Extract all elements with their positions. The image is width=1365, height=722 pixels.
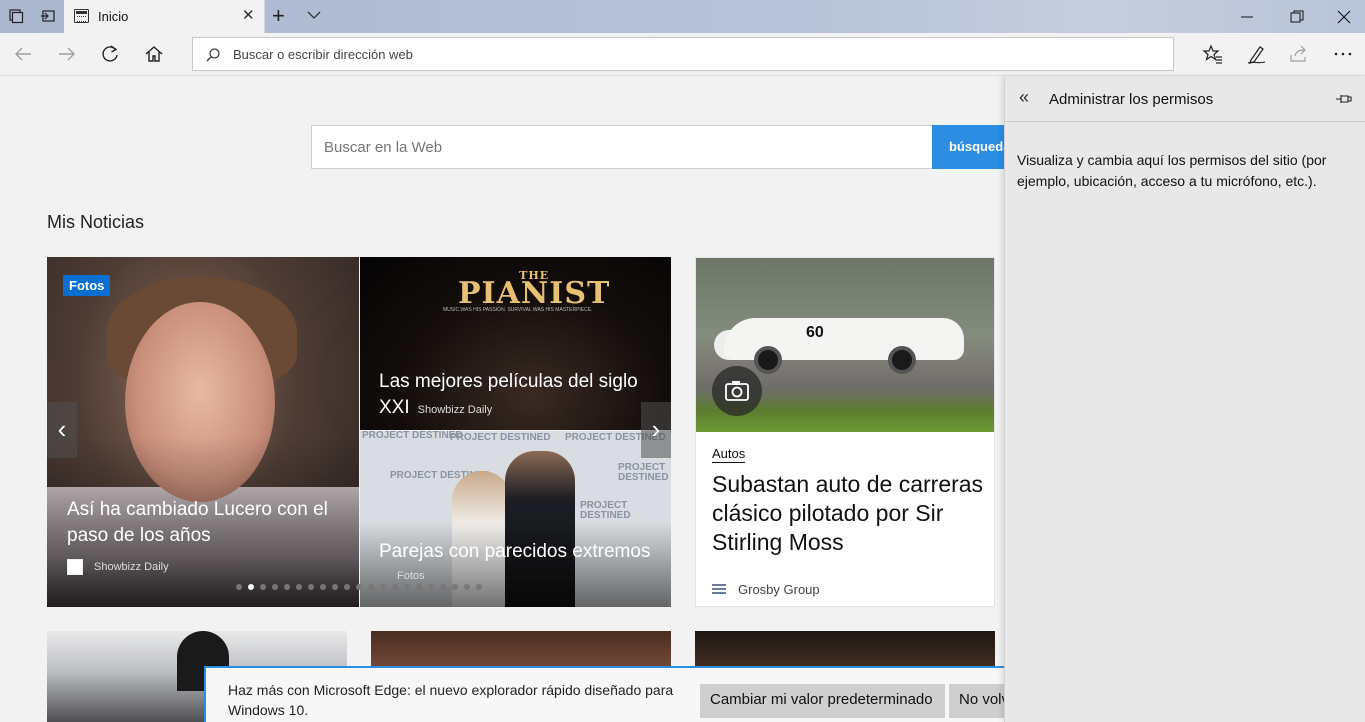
more-options-icon[interactable] — [1332, 43, 1354, 65]
home-icon[interactable] — [143, 43, 165, 65]
carousel-dot[interactable] — [356, 584, 362, 590]
close-window-icon[interactable] — [1337, 10, 1351, 24]
panel-title: Administrar los permisos — [1049, 91, 1214, 108]
notification-message: Haz más con Microsoft Edge: el nuevo exp… — [228, 682, 674, 718]
address-bar[interactable]: Buscar o escribir dirección web — [192, 37, 1174, 71]
search-icon — [206, 48, 220, 62]
close-tab-icon[interactable]: ✕ — [242, 6, 255, 24]
refresh-icon[interactable] — [99, 43, 121, 65]
permissions-panel: « Administrar los permisos Visualiza y c… — [1004, 77, 1365, 722]
newtab-page-icon — [74, 9, 89, 23]
new-tab-page: Buscar en la Web búsqueda Mis Noticias F… — [0, 77, 1004, 722]
photos-badge: Fotos — [63, 275, 111, 296]
autos-headline[interactable]: Subastan auto de carreras clásico pilota… — [712, 470, 992, 557]
back-arrow-icon[interactable] — [12, 43, 34, 65]
title-bar: Inicio ✕ + — [0, 0, 1365, 33]
carousel-next-arrow-icon[interactable]: › — [641, 402, 671, 458]
car-number: 60 — [806, 324, 824, 341]
carousel-dot[interactable] — [260, 584, 266, 590]
backdrop-logo: PROJECT DESTINED — [362, 431, 463, 441]
hero-headline[interactable]: Así ha cambiado Lucero con el paso de lo… — [67, 497, 347, 549]
carousel-dot[interactable] — [416, 584, 422, 590]
minimize-icon[interactable] — [1240, 10, 1254, 24]
backdrop-logo: PROJECT DESTINED — [450, 432, 551, 443]
autos-source: Grosby Group — [738, 582, 820, 597]
new-tab-icon[interactable]: + — [272, 3, 285, 29]
carousel-dot[interactable] — [284, 584, 290, 590]
source-logo-icon — [712, 584, 726, 594]
couple-headline[interactable]: Parejas con parecidos extremos — [379, 541, 650, 563]
carousel-dot[interactable] — [440, 584, 446, 590]
source-logo-icon — [67, 559, 83, 575]
carousel-dot[interactable] — [368, 584, 374, 590]
backdrop-logo: PROJECT DESTINED — [580, 500, 631, 521]
carousel-dot[interactable] — [428, 584, 434, 590]
address-placeholder: Buscar o escribir dirección web — [233, 47, 413, 62]
tab-inicio[interactable]: Inicio ✕ — [64, 0, 265, 33]
couple-news-card[interactable]: PROJECT DESTINED PROJECT DESTINED PROJEC… — [360, 431, 671, 607]
car-wheel — [888, 346, 916, 374]
carousel-dot[interactable] — [308, 584, 314, 590]
carousel-dot[interactable] — [320, 584, 326, 590]
pianist-tagline: MUSIC WAS HIS PASSION. SURVIVAL WAS HIS … — [443, 307, 593, 313]
chevron-down-icon[interactable] — [305, 6, 323, 24]
carousel-dot[interactable] — [380, 584, 386, 590]
gallery-camera-icon — [712, 366, 762, 416]
navigation-bar: Buscar o escribir dirección web — [0, 33, 1365, 76]
carousel-dot[interactable] — [248, 584, 254, 590]
pianist-poster-logo: THE PIANIST — [458, 269, 611, 311]
carousel-dot[interactable] — [272, 584, 278, 590]
carousel-dot[interactable] — [236, 584, 242, 590]
pin-icon[interactable] — [1335, 91, 1353, 107]
pianist-headline[interactable]: Las mejores películas del siglo XXI Showb… — [379, 369, 659, 423]
double-chevron-left-icon[interactable]: « — [1019, 87, 1029, 108]
panel-description: Visualiza y cambia aquí los permisos del… — [1017, 152, 1327, 189]
couple-source: Fotos — [397, 570, 425, 582]
carousel-dot[interactable] — [296, 584, 302, 590]
carousel-dot[interactable] — [476, 584, 482, 590]
hero-source: Showbizz Daily — [94, 561, 169, 573]
category-link[interactable]: Autos — [712, 446, 746, 463]
set-aside-tabs-icon[interactable] — [40, 8, 56, 24]
autos-news-card[interactable]: 60 Autos Subastan auto de carreras clási… — [695, 257, 995, 607]
share-icon[interactable] — [1288, 43, 1310, 65]
race-car-photo: 60 — [696, 258, 994, 432]
carousel-prev-arrow-icon[interactable]: ‹ — [47, 402, 77, 458]
section-title: Mis Noticias — [47, 212, 145, 232]
web-search-input[interactable]: Buscar en la Web — [311, 125, 933, 169]
change-default-button[interactable]: Cambiar mi valor predeterminado — [700, 684, 945, 718]
carousel-dot[interactable] — [332, 584, 338, 590]
panel-header: « Administrar los permisos — [1005, 77, 1365, 122]
hero-news-card[interactable]: Fotos Así ha cambiado Lucero con el paso… — [47, 257, 359, 607]
carousel-dot[interactable] — [404, 584, 410, 590]
web-search-placeholder: Buscar en la Web — [324, 139, 443, 156]
backdrop-logo: PROJECT DESTINED — [618, 462, 669, 483]
pen-notes-icon[interactable] — [1245, 43, 1267, 65]
pianist-source: Showbizz Daily — [417, 404, 493, 416]
tab-title: Inicio — [98, 9, 129, 24]
search-button[interactable]: búsqueda — [932, 125, 1004, 169]
forward-arrow-icon[interactable] — [56, 43, 78, 65]
pianist-news-card[interactable]: THE PIANIST MUSIC WAS HIS PASSION. SURVIV… — [360, 257, 671, 430]
carousel-dot[interactable] — [344, 584, 350, 590]
favorites-star-icon[interactable] — [1202, 43, 1224, 65]
dont-ask-again-button[interactable]: No volver a preguntar — [949, 684, 1004, 718]
restore-icon[interactable] — [1290, 10, 1304, 24]
carousel-dot[interactable] — [392, 584, 398, 590]
default-browser-notification: Haz más con Microsoft Edge: el nuevo exp… — [204, 666, 1004, 722]
tab-preview-icon[interactable] — [8, 8, 24, 24]
carousel-dot[interactable] — [464, 584, 470, 590]
carousel-dot[interactable] — [452, 584, 458, 590]
